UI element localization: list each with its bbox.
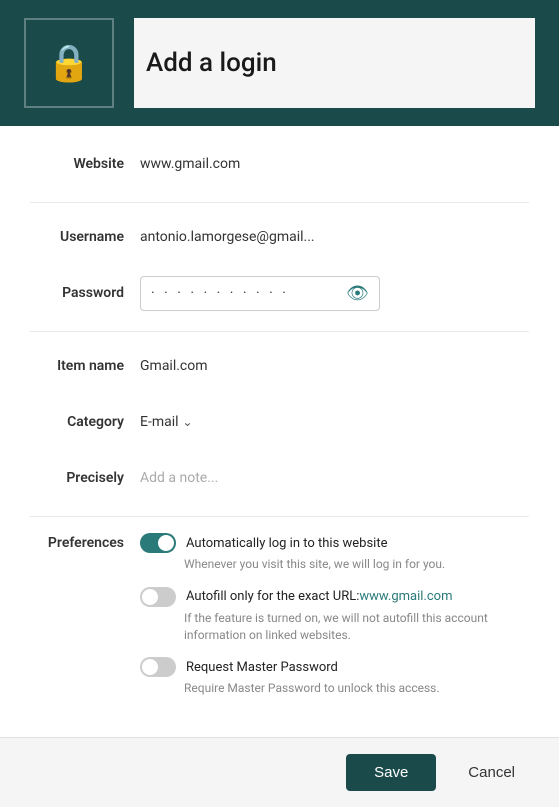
website-row: Website www.gmail.com — [30, 146, 529, 182]
pref-master-password-desc: Require Master Password to unlock this a… — [184, 680, 529, 697]
pref-exact-url-title: Autofill only for the exact URL:www.gmai… — [186, 589, 452, 604]
header: 🔒 Add a login — [0, 0, 559, 126]
form-content: Website www.gmail.com Username antonio.l… — [0, 126, 559, 737]
item-name-label: Item name — [30, 358, 140, 374]
note-placeholder[interactable]: Add a note... — [140, 470, 529, 486]
website-value: www.gmail.com — [140, 156, 529, 172]
toggle-master-password[interactable] — [140, 657, 176, 677]
toggle-thumb — [142, 589, 158, 605]
divider-3 — [30, 516, 529, 517]
pref-auto-login-header: Automatically log in to this website — [140, 533, 529, 553]
item-name-row: Item name Gmail.com — [30, 348, 529, 384]
pref-master-password-title: Request Master Password — [186, 660, 338, 675]
preferences-content: Automatically log in to this website Whe… — [140, 533, 529, 697]
category-label: Category — [30, 414, 140, 430]
toggle-thumb-2 — [142, 659, 158, 675]
username-label: Username — [30, 229, 140, 245]
password-row: Password · · · · · · · · · · · 👁 — [30, 275, 529, 311]
preferences-label: Preferences — [30, 533, 140, 551]
pref-auto-login: Automatically log in to this website Whe… — [140, 533, 529, 573]
item-name-value: Gmail.com — [140, 358, 529, 374]
pref-exact-url-prefix: Autofill only for the exact URL: — [186, 589, 359, 604]
toggle-auto-login[interactable] — [140, 533, 176, 553]
lock-icon: 🔒 — [47, 45, 92, 81]
toggle-track-off-2 — [140, 657, 176, 677]
divider-1 — [30, 202, 529, 203]
password-label: Password — [30, 285, 140, 301]
toggle-thumb — [158, 535, 174, 551]
cancel-button[interactable]: Cancel — [448, 754, 535, 791]
pref-exact-url-link[interactable]: www.gmail.com — [359, 589, 452, 604]
username-row: Username antonio.lamorgese@gmail... — [30, 219, 529, 255]
category-value[interactable]: E-mail ⌄ — [140, 414, 529, 430]
username-value: antonio.lamorgese@gmail... — [140, 229, 529, 245]
save-button[interactable]: Save — [346, 754, 436, 791]
category-text: E-mail — [140, 414, 179, 430]
pref-exact-url: Autofill only for the exact URL:www.gmai… — [140, 587, 529, 644]
pref-master-password: Request Master Password Require Master P… — [140, 657, 529, 697]
category-row: Category E-mail ⌄ — [30, 404, 529, 440]
toggle-track-off — [140, 587, 176, 607]
toggle-track-on — [140, 533, 176, 553]
pref-master-password-header: Request Master Password — [140, 657, 529, 677]
precisely-row: Precisely Add a note... — [30, 460, 529, 496]
header-icon-box: 🔒 — [24, 18, 114, 108]
website-label: Website — [30, 156, 140, 172]
pref-auto-login-title: Automatically log in to this website — [186, 536, 388, 551]
divider-2 — [30, 331, 529, 332]
password-dots: · · · · · · · · · · · — [151, 285, 346, 301]
eye-icon[interactable]: 👁 — [346, 283, 369, 304]
page-title: Add a login — [134, 18, 535, 108]
toggle-exact-url[interactable] — [140, 587, 176, 607]
pref-exact-url-desc: If the feature is turned on, we will not… — [184, 610, 529, 644]
password-field[interactable]: · · · · · · · · · · · 👁 — [140, 276, 380, 311]
pref-auto-login-desc: Whenever you visit this site, we will lo… — [184, 556, 529, 573]
precisely-label: Precisely — [30, 470, 140, 486]
chevron-down-icon: ⌄ — [183, 415, 193, 429]
preferences-row: Preferences Automatically log in to this… — [30, 533, 529, 697]
pref-exact-url-header: Autofill only for the exact URL:www.gmai… — [140, 587, 529, 607]
